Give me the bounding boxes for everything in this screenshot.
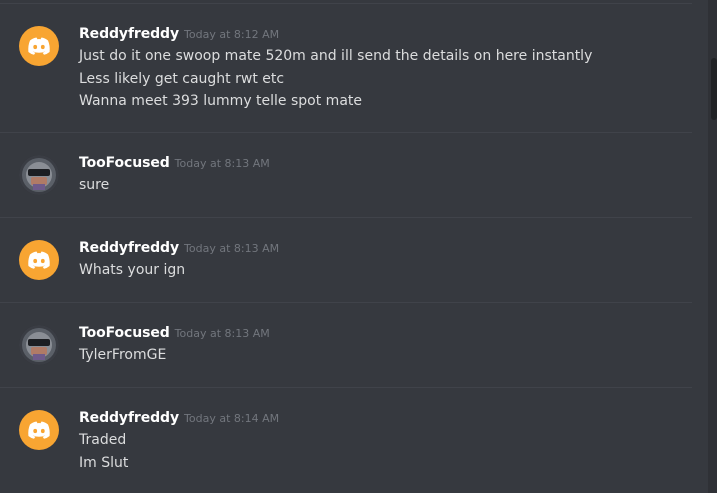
- avatar[interactable]: [19, 26, 59, 66]
- timestamp: Today at 8:13 AM: [174, 157, 270, 170]
- message-divider: [0, 217, 692, 218]
- message-content: Traded Im Slut: [79, 429, 128, 474]
- username[interactable]: Reddyfreddy: [79, 240, 179, 256]
- message-text: sure: [79, 177, 110, 193]
- message-text: Wanna meet 393 lummy telle spot mate: [79, 93, 363, 109]
- message-content: Just do it one swoop mate 520m and ill s…: [79, 45, 592, 113]
- timestamp: Today at 8:13 AM: [184, 242, 280, 255]
- message-text: TylerFromGE: [79, 347, 167, 363]
- scrollbar-thumb[interactable]: [711, 58, 717, 120]
- message-content: TylerFromGE: [79, 344, 166, 367]
- discord-logo-icon: [28, 421, 50, 439]
- avatar[interactable]: [19, 325, 59, 365]
- avatar[interactable]: [19, 410, 59, 450]
- message-text: Im Slut: [79, 454, 129, 471]
- message-text: Traded: [79, 432, 127, 448]
- chat-message-list: Reddyfreddy Today at 8:12 AM Just do it o…: [0, 0, 700, 493]
- discord-logo-icon: [28, 37, 50, 55]
- message-text: Whats your ign: [79, 262, 186, 278]
- timestamp: Today at 8:13 AM: [174, 327, 270, 340]
- message-divider: [0, 387, 692, 388]
- timestamp: Today at 8:14 AM: [184, 412, 280, 425]
- message-header: Reddyfreddy Today at 8:13 AM: [79, 240, 279, 256]
- message-text: Just do it one swoop mate 520m and ill s…: [79, 48, 593, 64]
- username[interactable]: Reddyfreddy: [79, 26, 179, 42]
- message-content: sure: [79, 174, 109, 197]
- message-content: Whats your ign: [79, 259, 185, 282]
- message-divider: [0, 3, 692, 4]
- username[interactable]: TooFocused: [79, 325, 170, 341]
- discord-logo-icon: [28, 251, 50, 269]
- username[interactable]: Reddyfreddy: [79, 410, 179, 426]
- message-header: Reddyfreddy Today at 8:14 AM: [79, 410, 279, 426]
- timestamp: Today at 8:12 AM: [184, 28, 280, 41]
- avatar[interactable]: [19, 155, 59, 195]
- message-header: TooFocused Today at 8:13 AM: [79, 325, 270, 341]
- message-header: TooFocused Today at 8:13 AM: [79, 155, 270, 171]
- message-text: Less likely get caught rwt etc: [79, 70, 285, 87]
- user-photo-icon: [19, 325, 59, 365]
- avatar[interactable]: [19, 240, 59, 280]
- message-divider: [0, 132, 692, 133]
- user-photo-icon: [19, 155, 59, 195]
- message-divider: [0, 302, 692, 303]
- message-header: Reddyfreddy Today at 8:12 AM: [79, 26, 279, 42]
- username[interactable]: TooFocused: [79, 155, 170, 171]
